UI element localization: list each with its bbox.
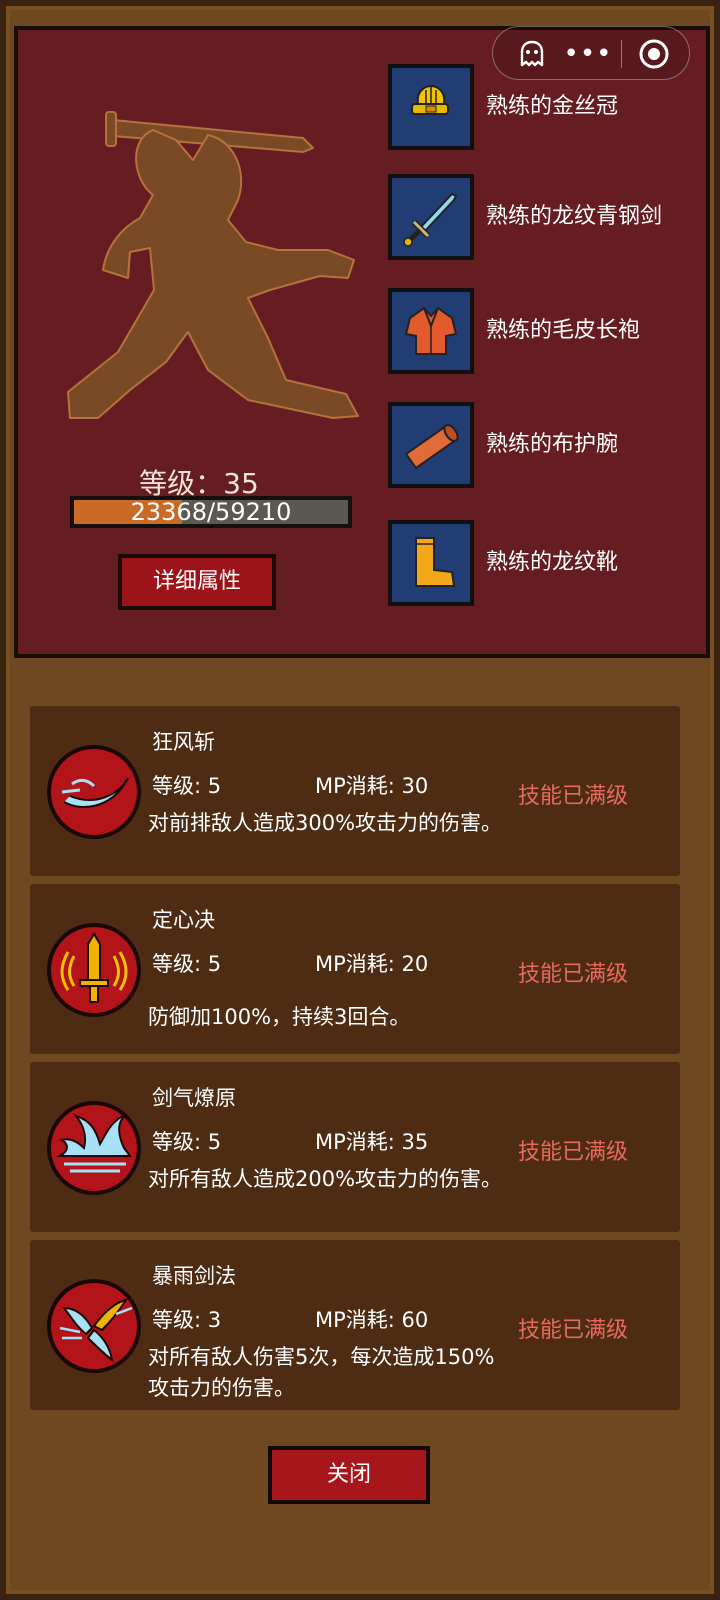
- wind-slash-icon: [47, 745, 141, 839]
- equip-item-sword[interactable]: 熟练的龙纹青钢剑: [388, 174, 698, 260]
- skill-mp-cost: MP消耗: 60: [315, 1308, 429, 1332]
- exp-bar: 23368/59210: [70, 496, 352, 528]
- skill-name: 剑气燎原: [152, 1086, 236, 1110]
- skill-card: 定心决 等级: 5 MP消耗: 20 技能已满级 防御加100%，持续3回合。: [30, 884, 680, 1054]
- skill-description: 对所有敌人造成200%攻击力的伤害。: [148, 1167, 503, 1191]
- exp-text: 23368/59210: [130, 498, 292, 526]
- equip-item-robe[interactable]: 熟练的毛皮长袍: [388, 288, 698, 374]
- robe-icon: [404, 306, 458, 355]
- crown-icon: [411, 84, 449, 115]
- skill-name: 狂风斩: [152, 730, 215, 754]
- more-menu-icon[interactable]: •••: [557, 27, 619, 81]
- equip-slot[interactable]: [388, 64, 474, 150]
- skill-mp-cost: MP消耗: 20: [315, 952, 429, 976]
- skill-description: 对前排敌人造成300%攻击力的伤害。: [148, 811, 503, 835]
- equip-item-boots[interactable]: 熟练的龙纹靴: [388, 520, 698, 606]
- skill-status: 技能已满级: [518, 1140, 629, 1165]
- equip-name: 熟练的毛皮长袍: [486, 318, 641, 343]
- skill-level: 等级: 5: [152, 774, 222, 798]
- boot-icon: [415, 537, 456, 587]
- skill-status: 技能已满级: [518, 1318, 629, 1343]
- character-silhouette: [67, 111, 359, 419]
- close-miniprogram-icon[interactable]: [629, 27, 679, 81]
- skill-level: 等级: 3: [152, 1308, 222, 1332]
- ghost-icon[interactable]: [507, 27, 557, 81]
- close-button[interactable]: 关闭: [268, 1446, 430, 1504]
- skill-card: 狂风斩 等级: 5 MP消耗: 30 技能已满级 对前排敌人造成300%攻击力的…: [30, 706, 680, 876]
- skill-description: 对所有敌人伤害5次，每次造成150%攻击力的伤害。: [148, 1345, 495, 1400]
- equip-item-bracer[interactable]: 熟练的布护腕: [388, 402, 698, 488]
- skill-card: 剑气燎原 等级: 5 MP消耗: 35 技能已满级 对所有敌人造成200%攻击力…: [30, 1062, 680, 1232]
- equip-slot[interactable]: [388, 288, 474, 374]
- storm-blade-icon: [47, 1279, 141, 1373]
- character-panel: 等级：35 23368/59210 详细属性 熟练的金丝冠 熟练的龙纹青钢剑 熟…: [14, 26, 710, 658]
- sword-wave-icon: [47, 1101, 141, 1195]
- skill-name: 定心决: [152, 908, 215, 932]
- bracer-icon: [404, 424, 459, 470]
- equip-name: 熟练的龙纹青钢剑: [486, 204, 663, 229]
- sword-shield-icon: [47, 923, 141, 1017]
- skill-name: 暴雨剑法: [152, 1264, 236, 1288]
- capsule-divider: [621, 40, 622, 68]
- detail-attributes-button[interactable]: 详细属性: [118, 554, 276, 610]
- skill-level: 等级: 5: [152, 952, 222, 976]
- skill-status: 技能已满级: [518, 962, 629, 987]
- skill-mp-cost: MP消耗: 30: [315, 774, 429, 798]
- sword-icon: [403, 192, 458, 247]
- skill-description: 防御加100%，持续3回合。: [148, 1005, 411, 1029]
- equip-slot[interactable]: [388, 174, 474, 260]
- skill-mp-cost: MP消耗: 35: [315, 1130, 429, 1154]
- equip-slot[interactable]: [388, 402, 474, 488]
- equip-name: 熟练的龙纹靴: [486, 550, 619, 575]
- equip-name: 熟练的布护腕: [486, 432, 619, 457]
- equip-slot[interactable]: [388, 520, 474, 606]
- miniprogram-capsule: •••: [492, 26, 690, 80]
- skill-level: 等级: 5: [152, 1130, 222, 1154]
- skill-card: 暴雨剑法 等级: 3 MP消耗: 60 技能已满级 对所有敌人伤害5次，每次造成…: [30, 1240, 680, 1410]
- skill-status: 技能已满级: [518, 784, 629, 809]
